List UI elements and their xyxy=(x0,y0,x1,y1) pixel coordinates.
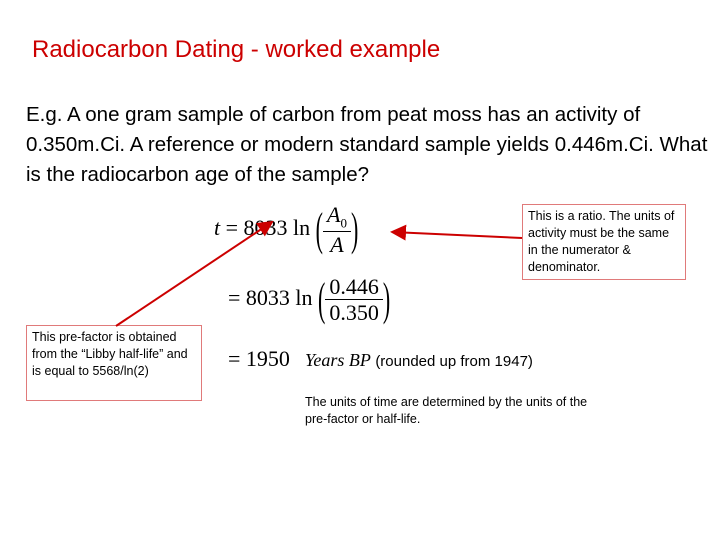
prefactor-arrow xyxy=(115,220,274,327)
ratio-arrow xyxy=(390,224,523,241)
callout-arrows xyxy=(115,220,523,327)
